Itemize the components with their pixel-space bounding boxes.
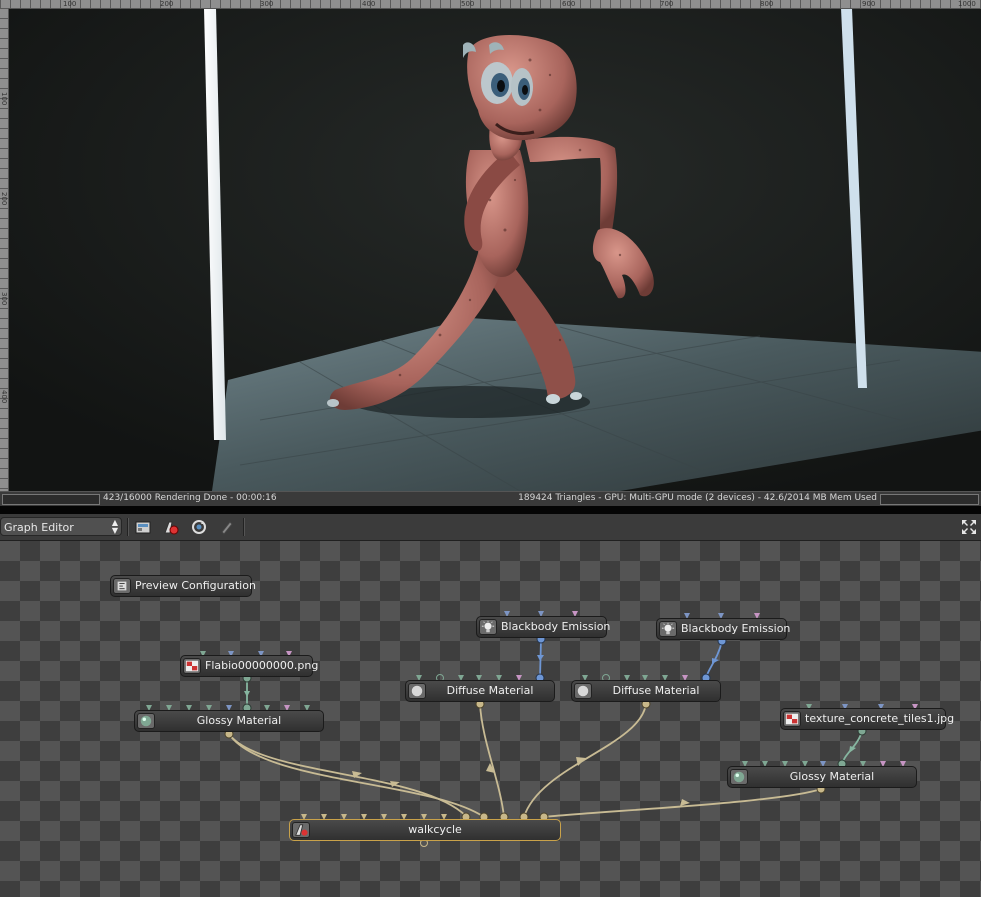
image-texture-icon [183, 658, 201, 674]
wire-glossy-left-walkcycle [228, 733, 467, 817]
node-graph-canvas[interactable]: Preview Configuration Flabio00000000.png… [0, 541, 981, 897]
toolbar-separator [127, 518, 129, 536]
ruler-tick-label: 600 [562, 0, 576, 8]
render-viewport[interactable]: 100 200 300 400 500 600 700 800 900 1000… [0, 0, 981, 491]
ruler-tick-label: 100 [0, 92, 8, 106]
wire-diffuse1-walkcycle [479, 703, 505, 818]
refresh-icon[interactable] [191, 519, 207, 535]
graph-editor-toolbar: Graph Editor ▲ ▼ [0, 514, 981, 541]
node-image-texture-flabio[interactable]: Flabio00000000.png [180, 655, 319, 677]
mesh-object-icon [292, 822, 310, 838]
node-label: Preview Configuration [135, 579, 256, 592]
render-image [0, 0, 981, 491]
material-sphere-icon [574, 683, 592, 699]
node-walkcycle-mesh[interactable]: walkcycle [289, 819, 561, 841]
ruler-tick-label: 300 [260, 0, 274, 8]
material-sphere-icon [137, 713, 155, 729]
node-label: Blackbody Emission [681, 622, 791, 635]
node-label: Diffuse Material [446, 684, 534, 697]
vertical-ruler [0, 8, 9, 491]
material-picker-icon[interactable] [163, 519, 179, 535]
updown-arrows-icon: ▲ ▼ [111, 518, 118, 535]
render-status-bar: 423/16000 Rendering Done - 00:00:16 1894… [0, 491, 981, 507]
node-label: Flabio00000000.png [205, 659, 319, 672]
node-glossy-material-left[interactable]: Glossy Material [134, 710, 324, 732]
ruler-tick-label: 900 [862, 0, 876, 8]
horizontal-ruler [0, 0, 981, 9]
node-label: texture_concrete_tiles1.jpg [805, 712, 955, 725]
panel-splitter[interactable] [0, 506, 981, 514]
ruler-tick-label: 300 [0, 292, 8, 306]
ruler-tick-label: 1000 [958, 0, 976, 8]
scene-stats-text: 189424 Triangles - GPU: Multi-GPU mode (… [518, 493, 877, 503]
emission-bulb-icon [479, 619, 497, 635]
ruler-tick-label: 400 [362, 0, 376, 8]
memory-track [880, 494, 979, 505]
toolbar-separator [243, 518, 245, 536]
ruler-tick-label: 800 [760, 0, 774, 8]
render-progress-text: 423/16000 Rendering Done - 00:00:16 [103, 493, 277, 503]
editor-type-select[interactable]: Graph Editor ▲ ▼ [0, 517, 122, 536]
node-diffuse-material-1[interactable]: Diffuse Material [405, 680, 555, 702]
maximize-icon[interactable] [961, 519, 977, 535]
node-label: Glossy Material [789, 770, 875, 783]
node-blackbody-emission-1[interactable]: Blackbody Emission [476, 616, 611, 638]
node-label: Glossy Material [196, 714, 282, 727]
editor-type-value: Graph Editor [4, 521, 74, 534]
image-texture-icon [783, 711, 801, 727]
node-preview-configuration[interactable]: Preview Configuration [110, 575, 256, 597]
render-settings-icon[interactable] [135, 519, 151, 535]
ruler-tick-label: 500 [461, 0, 475, 8]
node-image-texture-concrete[interactable]: texture_concrete_tiles1.jpg [780, 708, 955, 730]
settings-node-icon [113, 578, 131, 594]
node-glossy-material-right[interactable]: Glossy Material [727, 766, 917, 788]
node-label: walkcycle [408, 823, 462, 836]
material-sphere-icon [730, 769, 748, 785]
progress-track [2, 494, 100, 505]
wire-diffuse2-walkcycle [523, 703, 647, 818]
node-label: Blackbody Emission [501, 620, 611, 633]
ruler-tick-label: 100 [63, 0, 77, 8]
material-sphere-icon [408, 683, 426, 699]
ruler-tick-label: 700 [660, 0, 674, 8]
node-blackbody-emission-2[interactable]: Blackbody Emission [656, 618, 791, 640]
ruler-tick-label: 200 [0, 192, 8, 206]
node-label: Diffuse Material [612, 684, 700, 697]
ruler-tick-label: 400 [0, 390, 8, 404]
paint-icon[interactable] [219, 519, 235, 535]
node-diffuse-material-2[interactable]: Diffuse Material [571, 680, 721, 702]
emission-bulb-icon [659, 621, 677, 637]
ruler-tick-label: 200 [160, 0, 174, 8]
